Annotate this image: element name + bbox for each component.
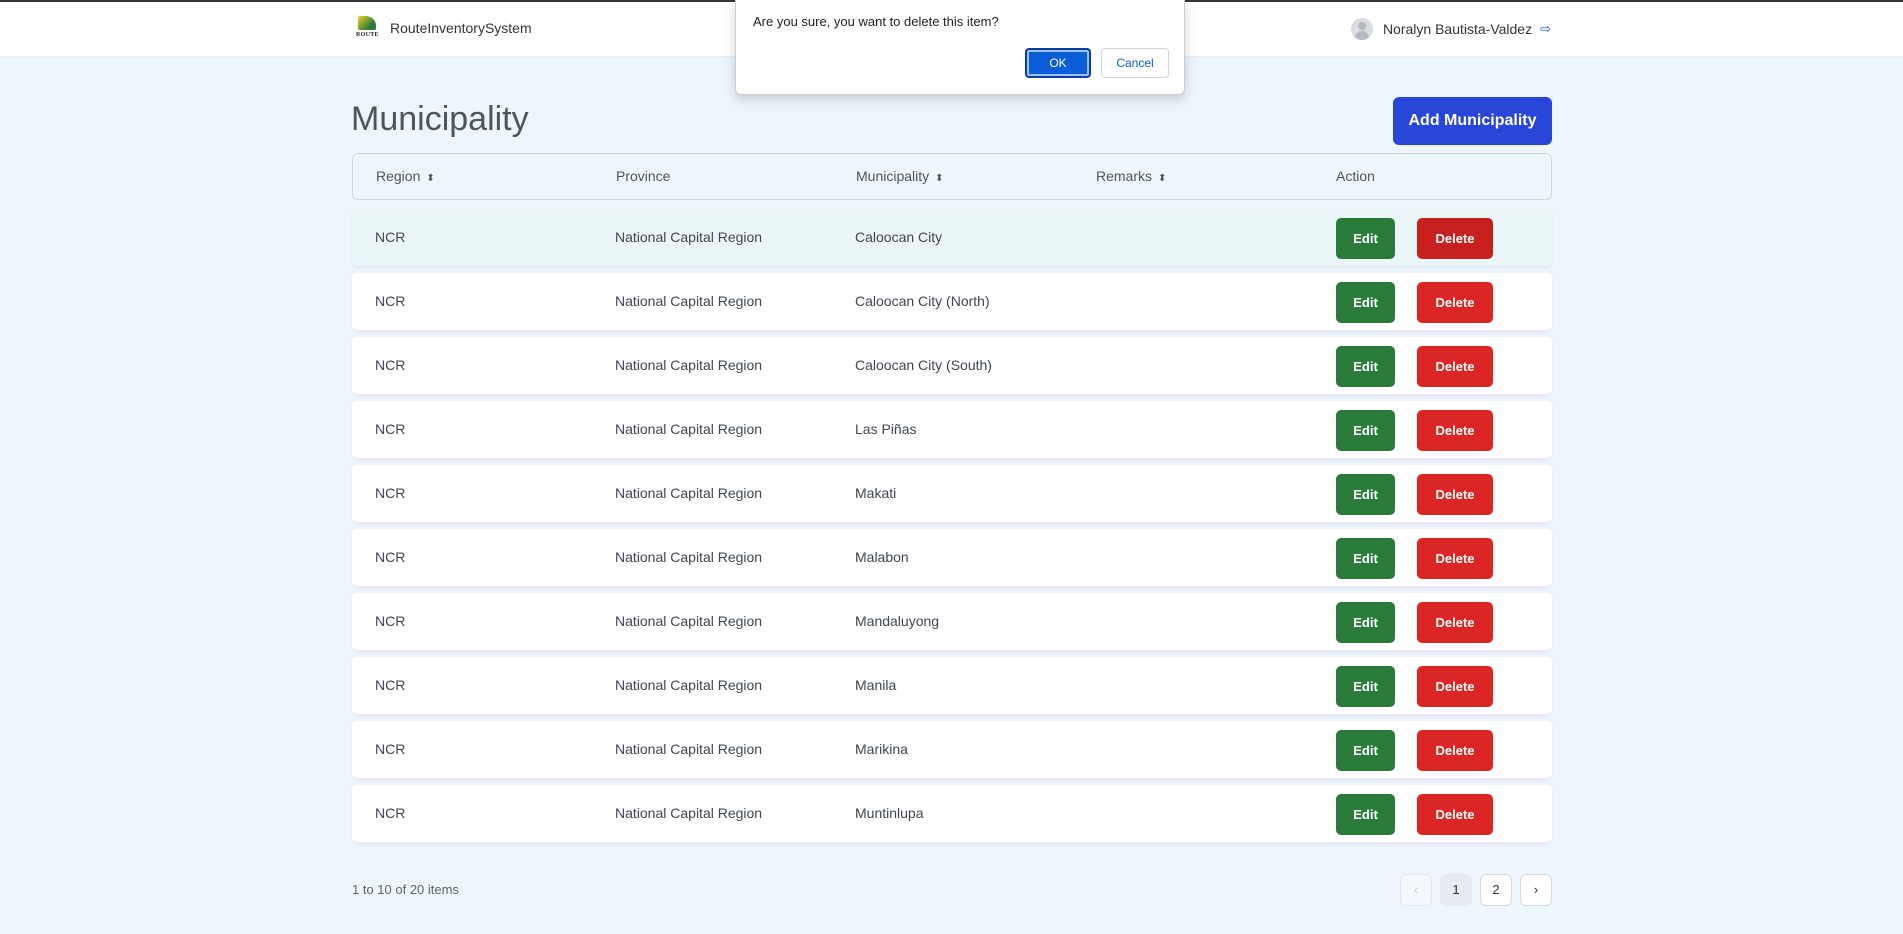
cell-municipality: Marikina xyxy=(855,741,908,757)
app-name: RouteInventorySystem xyxy=(390,20,532,36)
cell-province: National Capital Region xyxy=(615,229,763,245)
table-row: NCR National Capital Region Caloocan Cit… xyxy=(352,337,1552,394)
column-header-remarks[interactable]: Remarks ⬍ xyxy=(1096,154,1166,199)
edit-button[interactable]: Edit xyxy=(1336,666,1395,707)
table-row: NCR National Capital Region Las Piñas Ed… xyxy=(352,401,1552,458)
cell-province: National Capital Region xyxy=(615,805,763,821)
cell-province: National Capital Region xyxy=(615,613,763,629)
cell-region: NCR xyxy=(375,485,406,501)
cell-municipality: Malabon xyxy=(855,549,909,565)
cancel-button[interactable]: Cancel xyxy=(1101,48,1169,78)
page-button-2[interactable]: 2 xyxy=(1480,874,1512,906)
edit-button[interactable]: Edit xyxy=(1336,218,1395,259)
table-row: NCR National Capital Region Caloocan Cit… xyxy=(352,209,1552,266)
page-title: Municipality xyxy=(351,100,529,138)
delete-button[interactable]: Delete xyxy=(1417,282,1493,323)
cell-region: NCR xyxy=(375,421,406,437)
brand[interactable]: ROUTE RouteInventorySystem xyxy=(356,16,532,40)
delete-button[interactable]: Delete xyxy=(1417,218,1493,259)
next-page-button[interactable]: › xyxy=(1520,874,1552,906)
cell-province: National Capital Region xyxy=(615,741,763,757)
cell-region: NCR xyxy=(375,805,406,821)
route-logo-icon: ROUTE xyxy=(356,16,379,40)
cell-province: National Capital Region xyxy=(615,293,763,309)
sort-icon[interactable]: ⬍ xyxy=(935,173,943,184)
edit-button[interactable]: Edit xyxy=(1336,730,1395,771)
table-row: NCR National Capital Region Malabon Edit… xyxy=(352,529,1552,586)
cell-province: National Capital Region xyxy=(615,485,763,501)
edit-button[interactable]: Edit xyxy=(1336,794,1395,835)
delete-button[interactable]: Delete xyxy=(1417,794,1493,835)
column-header-region[interactable]: Region ⬍ xyxy=(376,154,435,199)
cell-region: NCR xyxy=(375,741,406,757)
table-row: NCR National Capital Region Caloocan Cit… xyxy=(352,273,1552,330)
cell-municipality: Manila xyxy=(855,677,897,693)
cell-region: NCR xyxy=(375,677,406,693)
delete-button[interactable]: Delete xyxy=(1417,474,1493,515)
table-row: NCR National Capital Region Marikina Edi… xyxy=(352,721,1552,778)
pagination-summary: 1 to 10 of 20 items xyxy=(352,882,459,897)
cell-municipality: Las Piñas xyxy=(855,421,917,437)
cell-province: National Capital Region xyxy=(615,677,763,693)
delete-button[interactable]: Delete xyxy=(1417,410,1493,451)
cell-region: NCR xyxy=(375,357,406,373)
delete-button[interactable]: Delete xyxy=(1417,602,1493,643)
ok-button[interactable]: OK xyxy=(1025,48,1091,78)
edit-button[interactable]: Edit xyxy=(1336,282,1395,323)
column-header-action: Action xyxy=(1336,168,1375,184)
table-row: NCR National Capital Region Muntinlupa E… xyxy=(352,785,1552,842)
sort-icon[interactable]: ⬍ xyxy=(1158,173,1166,184)
edit-button[interactable]: Edit xyxy=(1336,538,1395,579)
table-row: NCR National Capital Region Manila Edit … xyxy=(352,657,1552,714)
user-menu[interactable]: Noralyn Bautista-Valdez ⇨ xyxy=(1350,18,1551,40)
cell-province: National Capital Region xyxy=(615,421,763,437)
cell-region: NCR xyxy=(375,229,406,245)
delete-button[interactable]: Delete xyxy=(1417,346,1493,387)
delete-button[interactable]: Delete xyxy=(1417,538,1493,579)
sort-icon[interactable]: ⬍ xyxy=(426,173,434,184)
add-municipality-button[interactable]: Add Municipality xyxy=(1393,97,1552,145)
edit-button[interactable]: Edit xyxy=(1336,346,1395,387)
page-button-1[interactable]: 1 xyxy=(1440,874,1472,906)
column-header-province: Province xyxy=(616,168,671,184)
edit-button[interactable]: Edit xyxy=(1336,410,1395,451)
edit-button[interactable]: Edit xyxy=(1336,602,1395,643)
cell-region: NCR xyxy=(375,549,406,565)
delete-button[interactable]: Delete xyxy=(1417,730,1493,771)
cell-province: National Capital Region xyxy=(615,357,763,373)
table-row: NCR National Capital Region Makati Edit … xyxy=(352,465,1552,522)
delete-button[interactable]: Delete xyxy=(1417,666,1493,707)
cell-municipality: Caloocan City (South) xyxy=(855,357,992,373)
cell-municipality: Caloocan City (North) xyxy=(855,293,990,309)
cell-municipality: Mandaluyong xyxy=(855,613,940,629)
avatar xyxy=(1350,18,1373,40)
table-row: NCR National Capital Region Mandaluyong … xyxy=(352,593,1552,650)
cell-region: NCR xyxy=(375,613,406,629)
confirm-dialog: Are you sure, you want to delete this it… xyxy=(735,0,1185,95)
dialog-message: Are you sure, you want to delete this it… xyxy=(753,14,999,29)
cell-province: National Capital Region xyxy=(615,549,763,565)
cell-municipality: Makati xyxy=(855,485,897,501)
cell-municipality: Muntinlupa xyxy=(855,805,924,821)
edit-button[interactable]: Edit xyxy=(1336,474,1395,515)
user-name: Noralyn Bautista-Valdez xyxy=(1382,21,1533,37)
logout-icon[interactable]: ⇨ xyxy=(1540,21,1551,37)
prev-page-button[interactable]: ‹ xyxy=(1400,874,1432,906)
table-header: Region ⬍ Province Municipality ⬍ Remarks ⬍ … xyxy=(352,153,1552,200)
cell-region: NCR xyxy=(375,293,406,309)
column-header-municipality[interactable]: Municipality ⬍ xyxy=(856,154,944,199)
cell-municipality: Caloocan City xyxy=(855,229,943,245)
